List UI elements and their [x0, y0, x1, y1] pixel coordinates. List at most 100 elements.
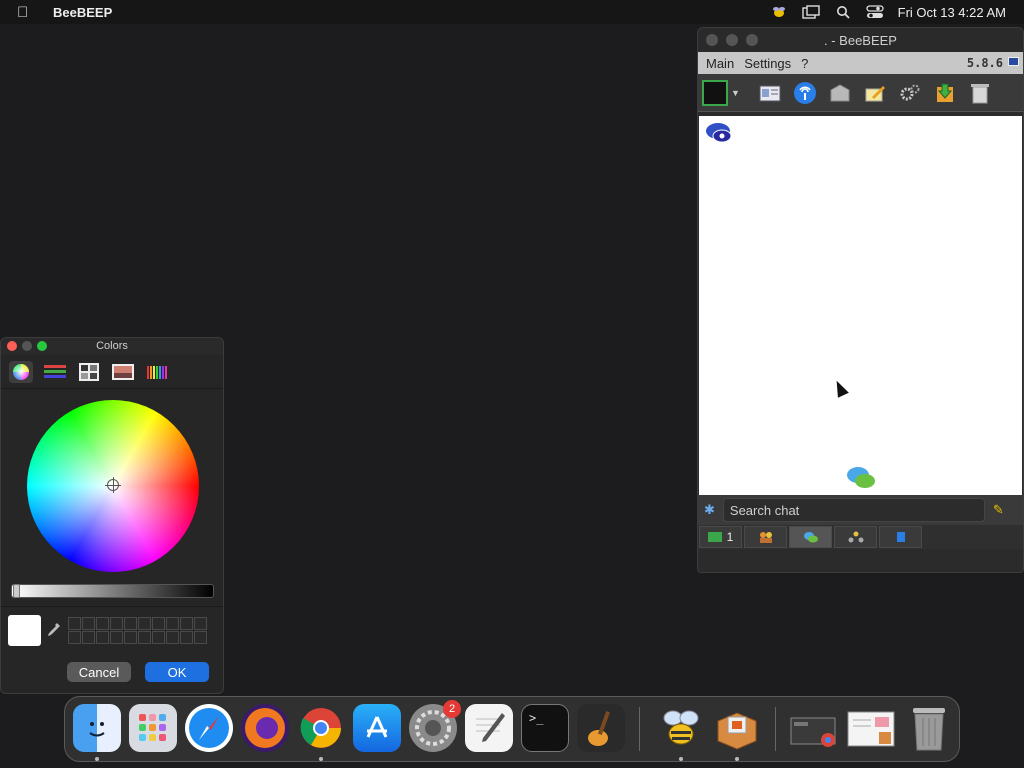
favorite-swatches-grid	[68, 617, 207, 644]
empty-swatch[interactable]	[68, 617, 81, 630]
package-installer-icon[interactable]	[713, 704, 761, 752]
beebeep-tray-icon[interactable]	[770, 5, 788, 19]
garageband-icon[interactable]	[577, 704, 625, 752]
app-name-menu[interactable]: BeeBEEP	[53, 5, 112, 20]
menu-main[interactable]: Main	[706, 56, 734, 71]
ok-button[interactable]: OK	[145, 662, 209, 682]
bottom-tab-bar: 1	[698, 525, 1023, 549]
pencils-mode-button[interactable]	[145, 361, 169, 383]
color-wheel-icon	[13, 363, 29, 380]
menu-help[interactable]: ?	[801, 56, 808, 71]
empty-swatch[interactable]	[166, 631, 179, 644]
firefox-icon[interactable]	[241, 704, 289, 752]
chevron-down-icon: ▼	[731, 87, 740, 98]
apple-icon[interactable]: 	[17, 4, 39, 21]
language-flag-icon	[1008, 57, 1019, 66]
empty-swatch[interactable]	[110, 617, 123, 630]
empty-swatch[interactable]	[96, 617, 109, 630]
safari-icon[interactable]	[185, 704, 233, 752]
empty-swatch[interactable]	[124, 617, 137, 630]
network-broadcast-icon[interactable]	[792, 80, 818, 106]
search-row: ✱ ✎	[698, 495, 1023, 525]
empty-swatch[interactable]	[138, 631, 151, 644]
puzzle-plugin-icon[interactable]: ✱	[704, 502, 715, 518]
tab-network[interactable]	[834, 526, 877, 548]
selected-color-swatch[interactable]	[8, 615, 41, 646]
users-online-count: 1	[726, 530, 734, 544]
search-chat-input[interactable]	[722, 498, 985, 522]
dock-separator	[639, 707, 640, 751]
divider	[1, 606, 223, 607]
empty-swatch[interactable]	[110, 631, 123, 644]
screenshot-thumbnail-icon[interactable]	[789, 704, 837, 752]
groups-icon	[759, 532, 772, 543]
tab-users[interactable]: 1	[699, 526, 742, 548]
brightness-slider[interactable]	[11, 584, 214, 598]
chat-area[interactable]	[699, 116, 1022, 495]
beebeep-titlebar[interactable]: . - BeeBEEP	[698, 28, 1023, 52]
color-palettes-mode-button[interactable]	[77, 361, 101, 383]
shared-folder-icon[interactable]	[827, 80, 853, 106]
edit-note-icon[interactable]	[862, 80, 888, 106]
empty-swatch[interactable]	[68, 631, 81, 644]
running-indicator	[95, 757, 99, 761]
plugins-gears-icon[interactable]	[897, 80, 923, 106]
eyedropper-icon[interactable]	[47, 622, 61, 638]
network-icon	[848, 531, 863, 543]
status-selector[interactable]: ▼	[702, 79, 748, 107]
tab-chats[interactable]	[789, 526, 832, 548]
empty-swatch[interactable]	[82, 617, 95, 630]
app-store-icon[interactable]	[353, 704, 401, 752]
colors-titlebar[interactable]: Colors	[1, 338, 223, 355]
terminal-icon[interactable]: >_	[521, 704, 569, 752]
menu-settings[interactable]: Settings	[744, 56, 791, 71]
empty-swatch[interactable]	[194, 617, 207, 630]
zoom-panel-button[interactable]	[37, 341, 47, 351]
image-palettes-mode-button[interactable]	[111, 361, 135, 383]
menubar-clock[interactable]: Fri Oct 13 4:22 AM	[898, 5, 1006, 20]
color-picker-crosshair[interactable]	[105, 477, 121, 493]
profile-vcard-icon[interactable]	[757, 80, 783, 106]
tab-groups[interactable]	[744, 526, 787, 548]
close-panel-button[interactable]	[7, 341, 17, 351]
minimize-window-button[interactable]	[726, 34, 738, 46]
empty-swatch[interactable]	[152, 617, 165, 630]
color-sliders-mode-button[interactable]	[43, 361, 67, 383]
empty-swatch[interactable]	[152, 631, 165, 644]
textedit-icon[interactable]	[465, 704, 513, 752]
update-download-icon[interactable]	[932, 80, 958, 106]
color-wheel-mode-button[interactable]	[9, 360, 33, 383]
trash-clear-icon[interactable]	[967, 80, 993, 106]
control-center-icon[interactable]	[865, 5, 884, 19]
chat-bubble-icon	[704, 121, 734, 150]
empty-swatch[interactable]	[194, 631, 207, 644]
beebeep-app-icon[interactable]	[657, 704, 705, 752]
screen-mirroring-icon[interactable]	[801, 5, 820, 19]
zoom-window-button[interactable]	[746, 34, 758, 46]
chat-bubbles-icon	[845, 465, 877, 496]
tab-files[interactable]	[879, 526, 922, 548]
empty-swatch[interactable]	[96, 631, 109, 644]
close-window-button[interactable]	[706, 34, 718, 46]
notification-badge: 2	[443, 700, 461, 718]
trash-icon[interactable]	[905, 704, 953, 752]
empty-swatch[interactable]	[166, 617, 179, 630]
spotlight-search-icon[interactable]	[834, 5, 852, 19]
dock: 2 >_	[64, 696, 960, 762]
empty-swatch[interactable]	[180, 631, 193, 644]
chrome-icon[interactable]	[297, 704, 345, 752]
brightness-slider-knob[interactable]	[13, 584, 20, 598]
launchpad-icon[interactable]	[129, 704, 177, 752]
chats-icon	[803, 532, 818, 543]
empty-swatch[interactable]	[138, 617, 151, 630]
system-settings-icon[interactable]: 2	[409, 700, 461, 752]
clear-search-broom-icon[interactable]: ✎	[993, 502, 1004, 518]
color-sliders-icon	[44, 364, 66, 378]
empty-swatch[interactable]	[180, 617, 193, 630]
users-online-icon	[707, 532, 722, 542]
cancel-button[interactable]: Cancel	[67, 662, 131, 682]
document-thumbnail-icon[interactable]	[847, 704, 895, 752]
empty-swatch[interactable]	[82, 631, 95, 644]
empty-swatch[interactable]	[124, 631, 137, 644]
finder-icon[interactable]	[73, 704, 121, 752]
